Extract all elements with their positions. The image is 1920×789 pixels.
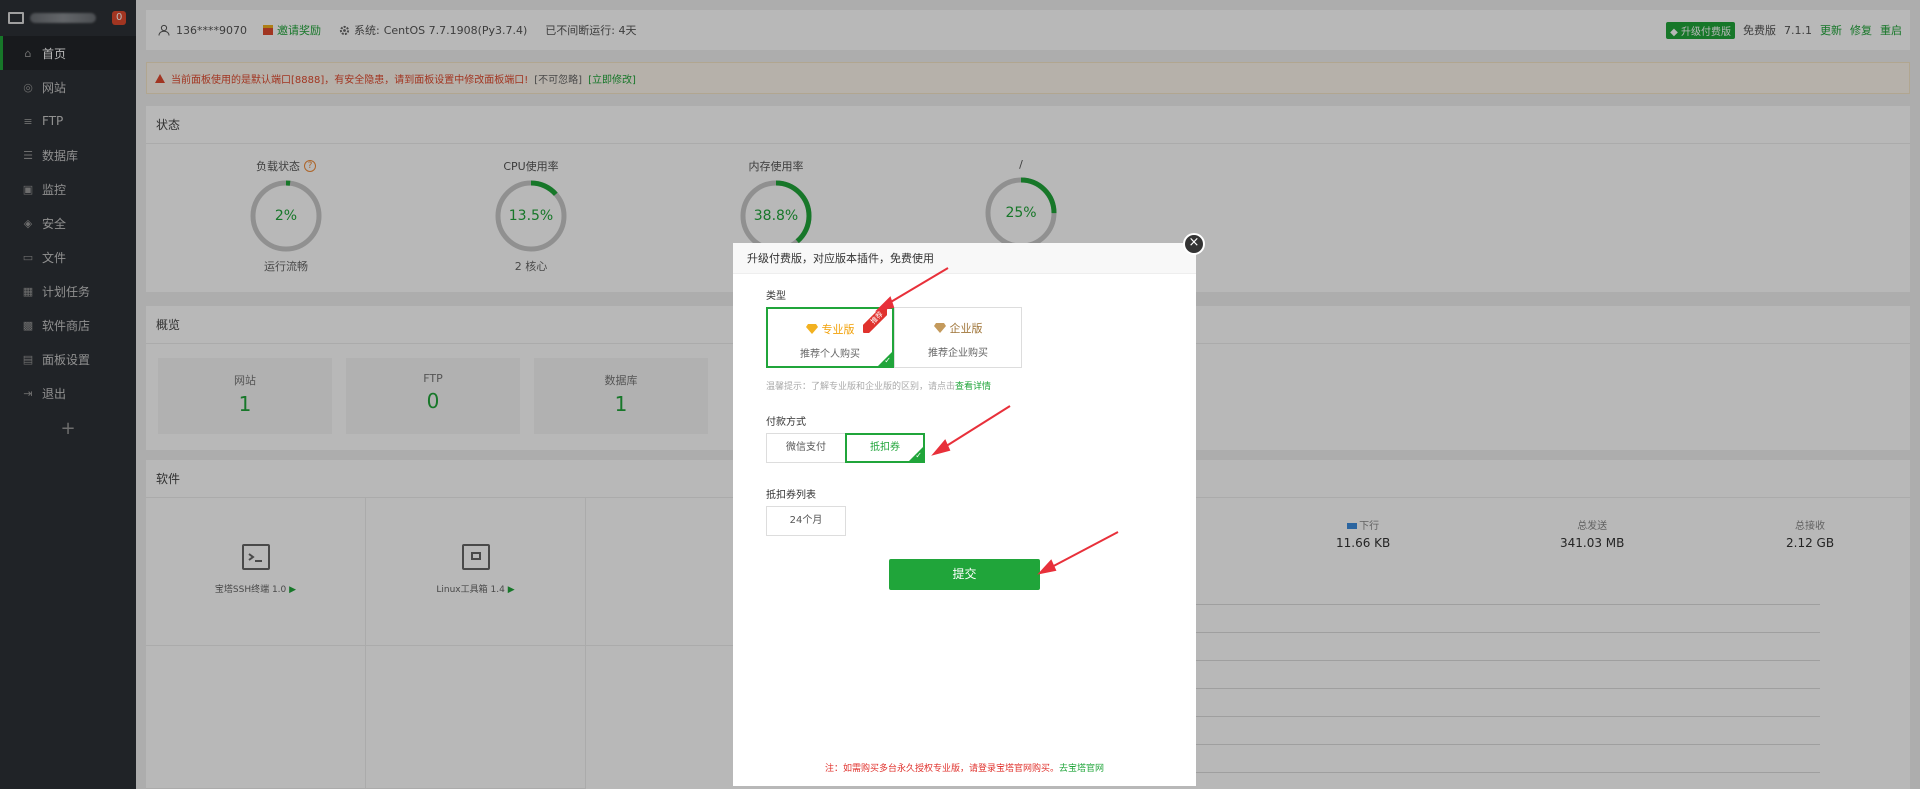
diamond-icon <box>805 324 818 334</box>
diamond-icon <box>933 323 946 333</box>
pay-label: 付款方式 <box>766 417 806 428</box>
submit-button[interactable]: 提交 <box>889 559 1040 590</box>
official-site-link[interactable]: 去宝塔官网 <box>1059 764 1104 774</box>
purchase-note: 注：如需购买多台永久授权专业版，请登录宝塔官网购买。去宝塔官网 <box>733 761 1196 774</box>
tip-body: 温馨提示：了解专业版和企业版的区别，请点击 <box>766 382 956 392</box>
recommend-ribbon: 推荐 <box>863 307 887 333</box>
tip-text: 温馨提示：了解专业版和企业版的区别，请点击查看详情 <box>766 379 991 392</box>
coupon-option[interactable]: 24个月 <box>766 506 846 536</box>
type-title: 企业版 <box>949 322 983 335</box>
check-icon: ✓ <box>915 451 922 460</box>
coupon-list-label: 抵扣券列表 <box>766 490 816 501</box>
upgrade-dialog: 升级付费版，对应版本插件，免费使用 类型 专业版 推荐个人购买 ✓ 企业版 推荐… <box>733 243 1196 786</box>
pay-coupon-label: 抵扣券 <box>870 442 900 453</box>
pay-wechat-button[interactable]: 微信支付 <box>766 433 846 463</box>
type-subtitle: 推荐企业购买 <box>928 348 988 359</box>
close-icon[interactable]: × <box>1183 233 1205 255</box>
details-link[interactable]: 查看详情 <box>955 382 991 392</box>
type-label: 类型 <box>766 291 786 302</box>
pay-coupon-button[interactable]: 抵扣券 ✓ <box>845 433 925 463</box>
ribbon-label: 推荐 <box>863 307 887 333</box>
check-icon: ✓ <box>884 356 891 365</box>
note-text: 注：如需购买多台永久授权专业版，请登录宝塔官网购买。 <box>824 764 1059 774</box>
type-title: 专业版 <box>821 323 855 336</box>
type-subtitle: 推荐个人购买 <box>800 349 860 360</box>
type-option-enterprise[interactable]: 企业版 推荐企业购买 <box>894 307 1022 368</box>
dialog-title: 升级付费版，对应版本插件，免费使用 <box>733 243 1196 274</box>
